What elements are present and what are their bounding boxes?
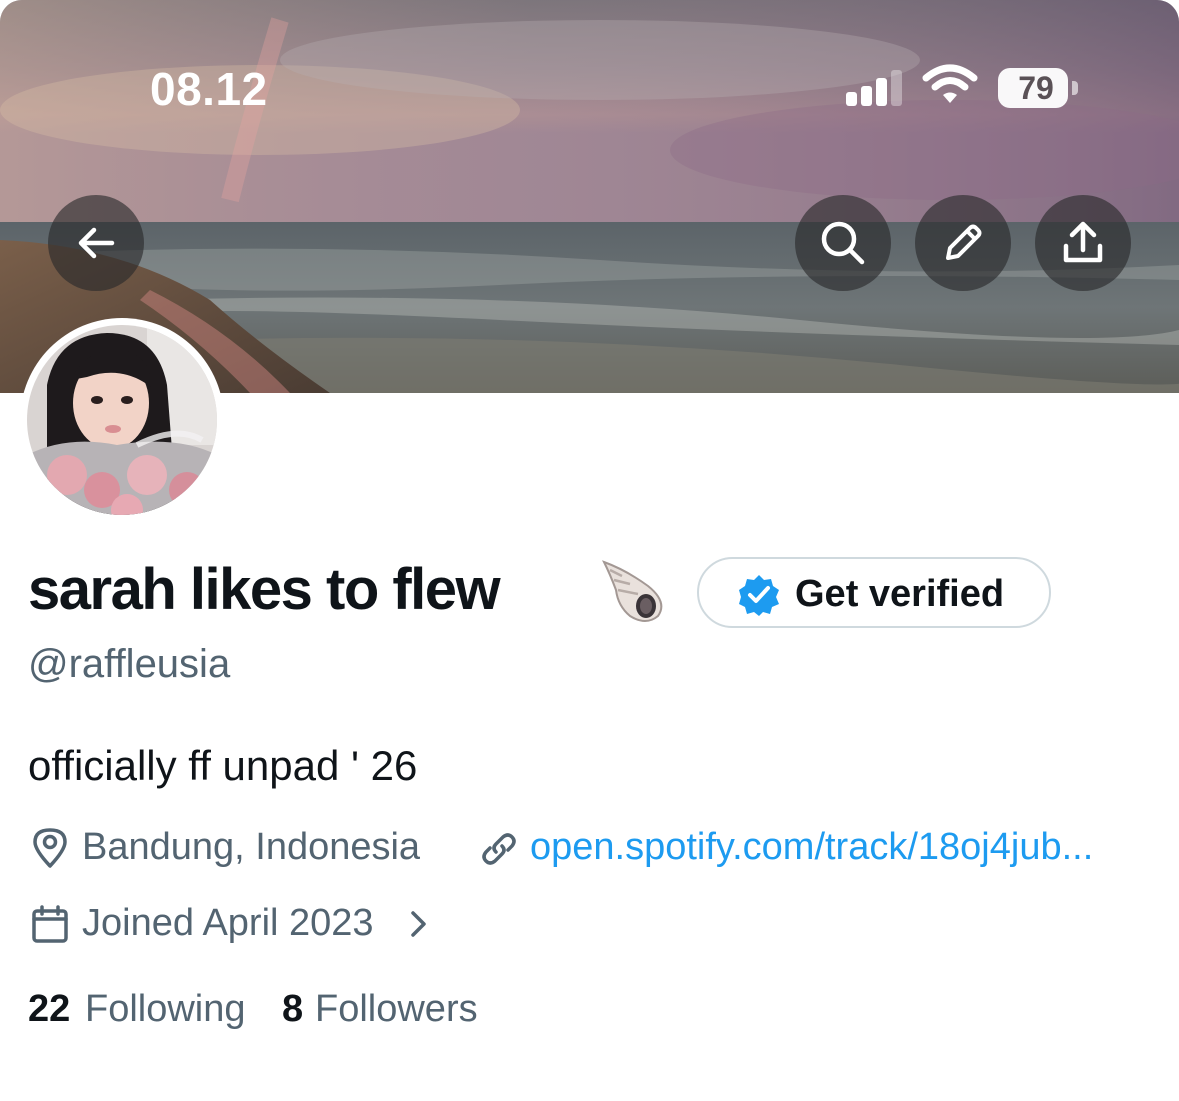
avatar[interactable]	[27, 325, 217, 515]
following-count[interactable]: 22	[28, 988, 70, 1031]
battery-tip	[1072, 81, 1078, 95]
share-button[interactable]	[1035, 195, 1131, 291]
battery-icon: 79	[998, 68, 1068, 108]
get-verified-label: Get verified	[795, 573, 1005, 615]
display-name: sarah likes to flew	[28, 557, 501, 622]
search-button[interactable]	[795, 195, 891, 291]
wifi-icon	[922, 64, 978, 103]
get-verified-button[interactable]: Get verified	[697, 557, 1051, 628]
arrow-left-icon	[78, 227, 115, 259]
user-handle: @raffleusia	[28, 642, 231, 686]
followers-label[interactable]: Followers	[315, 988, 478, 1031]
battery-level: 79	[1018, 70, 1054, 106]
following-label[interactable]: Following	[85, 988, 246, 1031]
link-icon	[482, 833, 516, 865]
status-time: 08.12	[150, 63, 268, 115]
chevron-right-icon[interactable]	[406, 908, 430, 940]
share-icon	[1063, 221, 1103, 263]
website-link[interactable]: open.spotify.com/track/18oj4jub...	[530, 826, 1093, 869]
pencil-icon	[946, 224, 982, 260]
avatar-image	[27, 325, 217, 515]
back-button[interactable]	[48, 195, 144, 291]
joined-text[interactable]: Joined April 2023	[82, 902, 374, 945]
spiral-shell-icon	[601, 560, 663, 622]
followers-count[interactable]: 8	[282, 988, 303, 1031]
edit-button[interactable]	[915, 195, 1011, 291]
location-pin-icon	[33, 828, 67, 868]
location-text: Bandung, Indonesia	[82, 826, 421, 868]
signal-icon	[846, 70, 906, 106]
bio: officially ff unpad ' 26	[28, 742, 418, 789]
verified-badge-icon	[739, 575, 779, 616]
calendar-icon	[32, 905, 68, 943]
search-icon	[821, 221, 865, 265]
